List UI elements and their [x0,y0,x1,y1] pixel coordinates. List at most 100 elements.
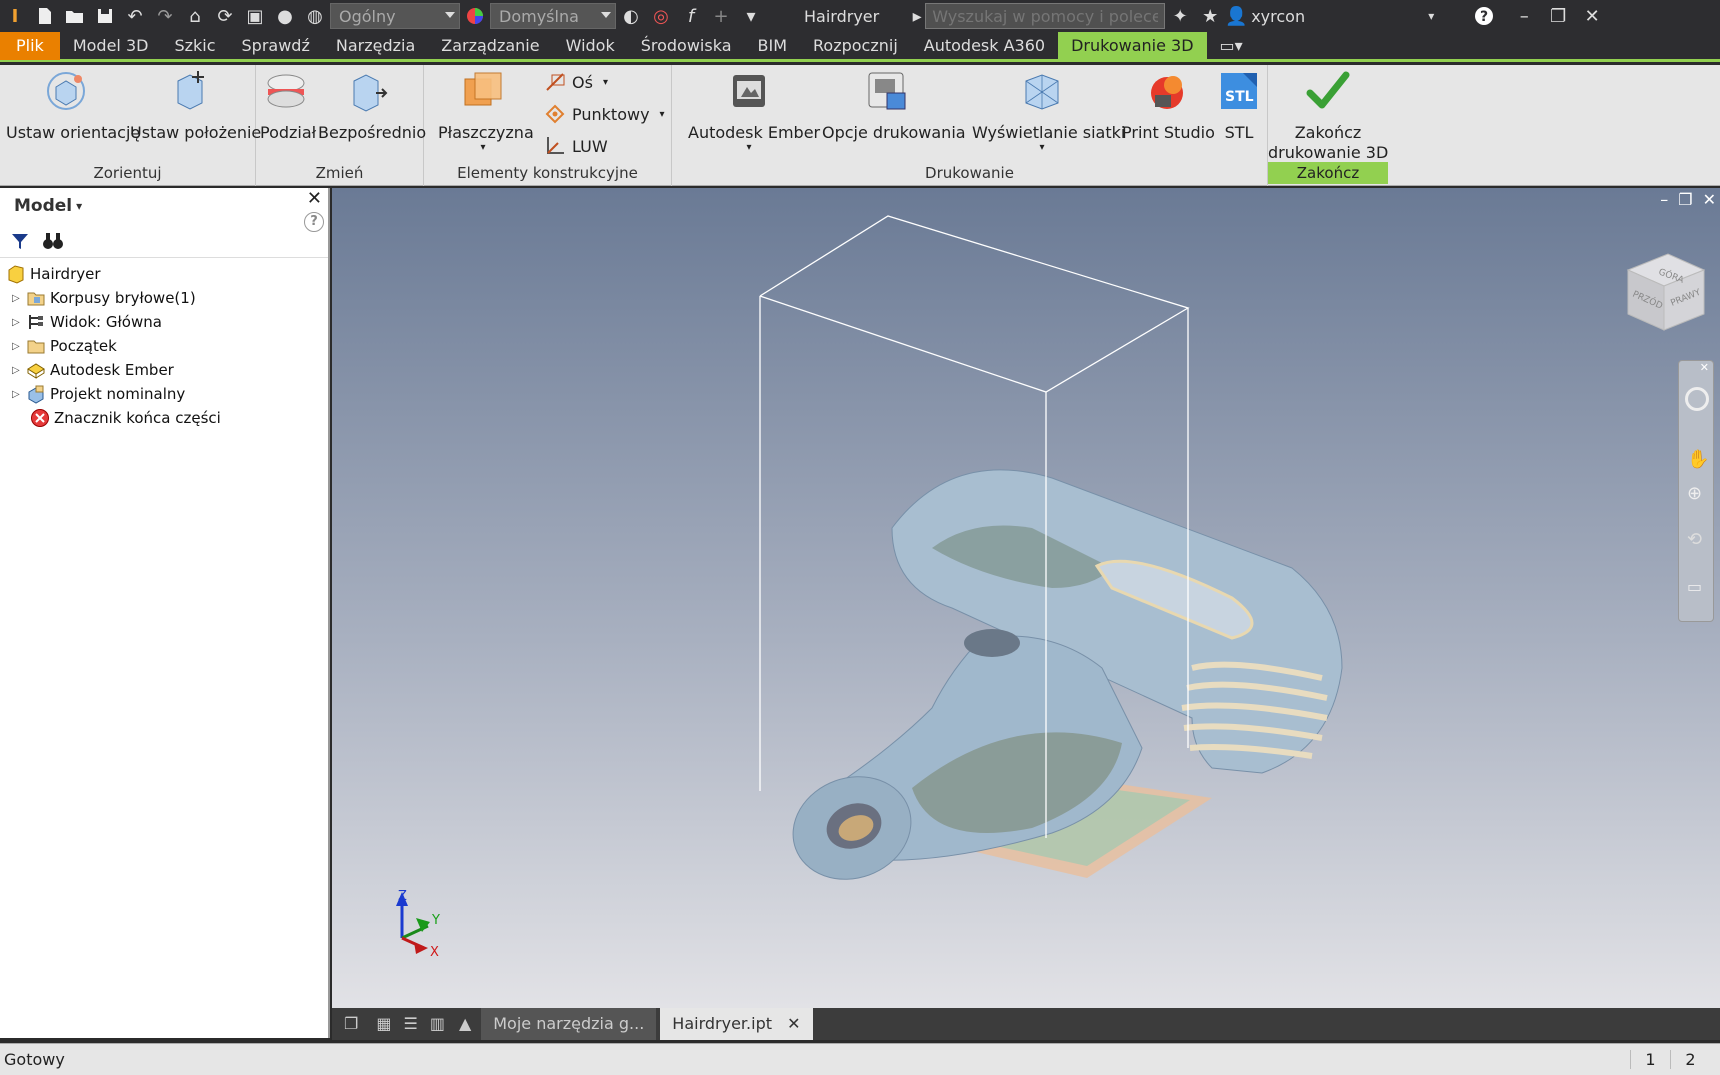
save-icon[interactable] [90,0,120,32]
expand-arrow-icon[interactable]: ▷ [12,365,26,376]
plane-button[interactable]: Płaszczyzna ▾ [438,69,534,153]
mesh-dropdown-icon[interactable]: ▾ [972,142,1112,153]
ucs-button[interactable]: LUW [544,135,608,157]
tree-item-origin[interactable]: ▷ Początek [0,334,328,358]
steering-wheel-icon[interactable] [1685,387,1709,411]
tab-hairdryer[interactable]: Hairdryer.ipt ✕ [660,1008,813,1040]
redo-icon[interactable]: ↷ [150,0,180,32]
tree-item-end-of-part[interactable]: Znacznik końca części [0,406,328,430]
print-options-button[interactable]: Opcje drukowania [822,69,966,142]
status-count-2: 2 [1670,1050,1710,1069]
print-studio-button[interactable]: Print Studio [1122,69,1215,142]
set-position-button[interactable]: Ustaw położenie [130,69,261,142]
direct-edit-button[interactable]: Bezpośrednio [318,69,426,142]
adjust-appearance-icon[interactable]: ◐ [616,0,646,32]
plane-dropdown-icon[interactable]: ▾ [438,142,528,153]
point-button[interactable]: Punktowy ▾ [544,103,665,125]
expand-arrow-icon[interactable]: ▷ [12,317,26,328]
navbar-close-icon[interactable]: ✕ [1700,361,1709,374]
ribbon-options-icon[interactable]: ▭▾ [1207,32,1256,60]
open-folder-icon[interactable] [60,0,90,32]
user-icon[interactable]: 👤 [1225,0,1247,32]
tree-item-root[interactable]: Hairdryer [0,262,328,286]
ribbon-tab-8[interactable]: BIM [745,32,801,60]
close-panel-icon[interactable]: ✕ [307,188,322,209]
close-tab-icon[interactable]: ✕ [787,1014,800,1033]
home-icon[interactable]: ⌂ [180,0,210,32]
axis-button[interactable]: Oś ▾ [544,71,608,93]
tree-item-ember[interactable]: ▷ Autodesk Ember [0,358,328,382]
select-icon[interactable]: ▣ [240,0,270,32]
autodesk-ember-button[interactable]: Autodesk Ember ▾ [688,69,820,153]
binoculars-icon[interactable] [42,231,64,251]
satellite-icon[interactable]: ✦ [1165,0,1195,32]
tab-my-tools[interactable]: Moje narzędzia g... [481,1008,657,1040]
graphics-viewport[interactable]: – ❐ ✕ GÓRA PRZÓD PRAWY ✕ ✋ ⊕ ⟲ ▭ Z Y X [332,188,1720,1008]
zoom-icon[interactable]: ⊕ [1687,483,1702,504]
tile-horizontal-icon[interactable]: ☰ [397,1008,423,1040]
tree-item-nominal[interactable]: ▷ Projekt nominalny [0,382,328,406]
ribbon-tab-6[interactable]: Widok [553,32,628,60]
color-wheel-icon[interactable] [460,0,490,32]
filter-icon[interactable] [10,231,30,251]
finish-3d-print-button[interactable]: Zakończ drukowanie 3D [1268,69,1388,163]
material-icon[interactable]: ● [270,0,300,32]
model-browser-title[interactable]: Model [14,196,72,216]
tile-vertical-icon[interactable]: ▥ [424,1008,451,1040]
orbit-icon[interactable]: ⟲ [1687,529,1702,550]
help-circle-icon[interactable]: ? [304,212,324,232]
tile-grid-icon[interactable]: ▦ [370,1008,397,1040]
app-logo-icon[interactable]: I [0,0,30,32]
look-at-icon[interactable]: ▭ [1687,577,1702,596]
favorite-star-icon[interactable]: ★ [1195,0,1225,32]
ribbon-tab-9[interactable]: Rozpocznij [800,32,911,60]
plus-icon[interactable]: + [706,0,736,32]
customize-arrow-icon[interactable]: ▾ [736,0,766,32]
appearance-combo[interactable]: Domyślna [490,3,616,29]
axis-dropdown-icon[interactable]: ▾ [603,77,608,88]
update-icon[interactable]: ⟳ [210,0,240,32]
help-icon[interactable]: ? [1461,0,1507,32]
ribbon-tab-0[interactable]: Plik [0,31,60,60]
clear-appearance-icon[interactable]: ◎ [646,0,676,32]
ribbon-tab-11[interactable]: Drukowanie 3D [1058,31,1207,60]
tree-item-solid-bodies[interactable]: ▷ Korpusy bryłowe(1) [0,286,328,310]
user-dropdown-icon[interactable]: ▾ [1401,0,1461,32]
browser-toolbar [0,224,328,258]
style-combo[interactable]: Ogólny [330,3,460,29]
mesh-display-button[interactable]: Wyświetlanie siatki ▾ [972,69,1125,153]
viewcube[interactable]: GÓRA PRZÓD PRAWY [1618,244,1710,336]
tree-item-view[interactable]: ▷ Widok: Główna [0,310,328,334]
cascade-windows-icon[interactable]: ❐ [332,1008,370,1040]
ribbon-tab-7[interactable]: Środowiska [628,32,745,60]
restore-icon[interactable]: ❐ [1541,6,1575,27]
group-modify-label: Zmień [315,164,364,182]
function-icon[interactable]: f [676,0,706,32]
triad-z-label: Z [398,889,407,904]
new-file-icon[interactable] [30,0,60,32]
undo-icon[interactable]: ↶ [120,0,150,32]
minimize-icon[interactable]: – [1507,6,1541,27]
user-name[interactable]: xyrcon [1251,7,1401,26]
stl-button[interactable]: STL STL [1216,69,1262,142]
expand-arrow-icon[interactable]: ▷ [12,341,26,352]
model-dropdown-icon[interactable]: ▾ [76,199,82,213]
ribbon-tab-4[interactable]: Narzędzia [323,32,428,60]
globe-icon[interactable]: ◍ [300,0,330,32]
point-dropdown-icon[interactable]: ▾ [660,109,665,120]
close-window-icon[interactable]: ✕ [1575,6,1609,27]
pan-hand-icon[interactable]: ✋ [1687,449,1709,470]
ribbon-tab-2[interactable]: Szkic [161,32,228,60]
search-expand-icon[interactable]: ▸ [909,0,925,32]
ribbon-tab-1[interactable]: Model 3D [60,32,162,60]
ribbon-tab-5[interactable]: Zarządzanie [428,32,552,60]
expand-arrow-icon[interactable]: ▷ [12,389,26,400]
search-input[interactable] [925,3,1166,29]
tab-menu-arrow-icon[interactable]: ▲ [451,1008,479,1040]
split-button[interactable]: Podział [260,69,316,142]
ribbon-tab-3[interactable]: Sprawdź [229,32,323,60]
ember-dropdown-icon[interactable]: ▾ [688,142,810,153]
ribbon-tab-10[interactable]: Autodesk A360 [911,32,1058,60]
set-orientation-button[interactable]: Ustaw orientację [6,69,140,142]
expand-arrow-icon[interactable]: ▷ [12,293,26,304]
